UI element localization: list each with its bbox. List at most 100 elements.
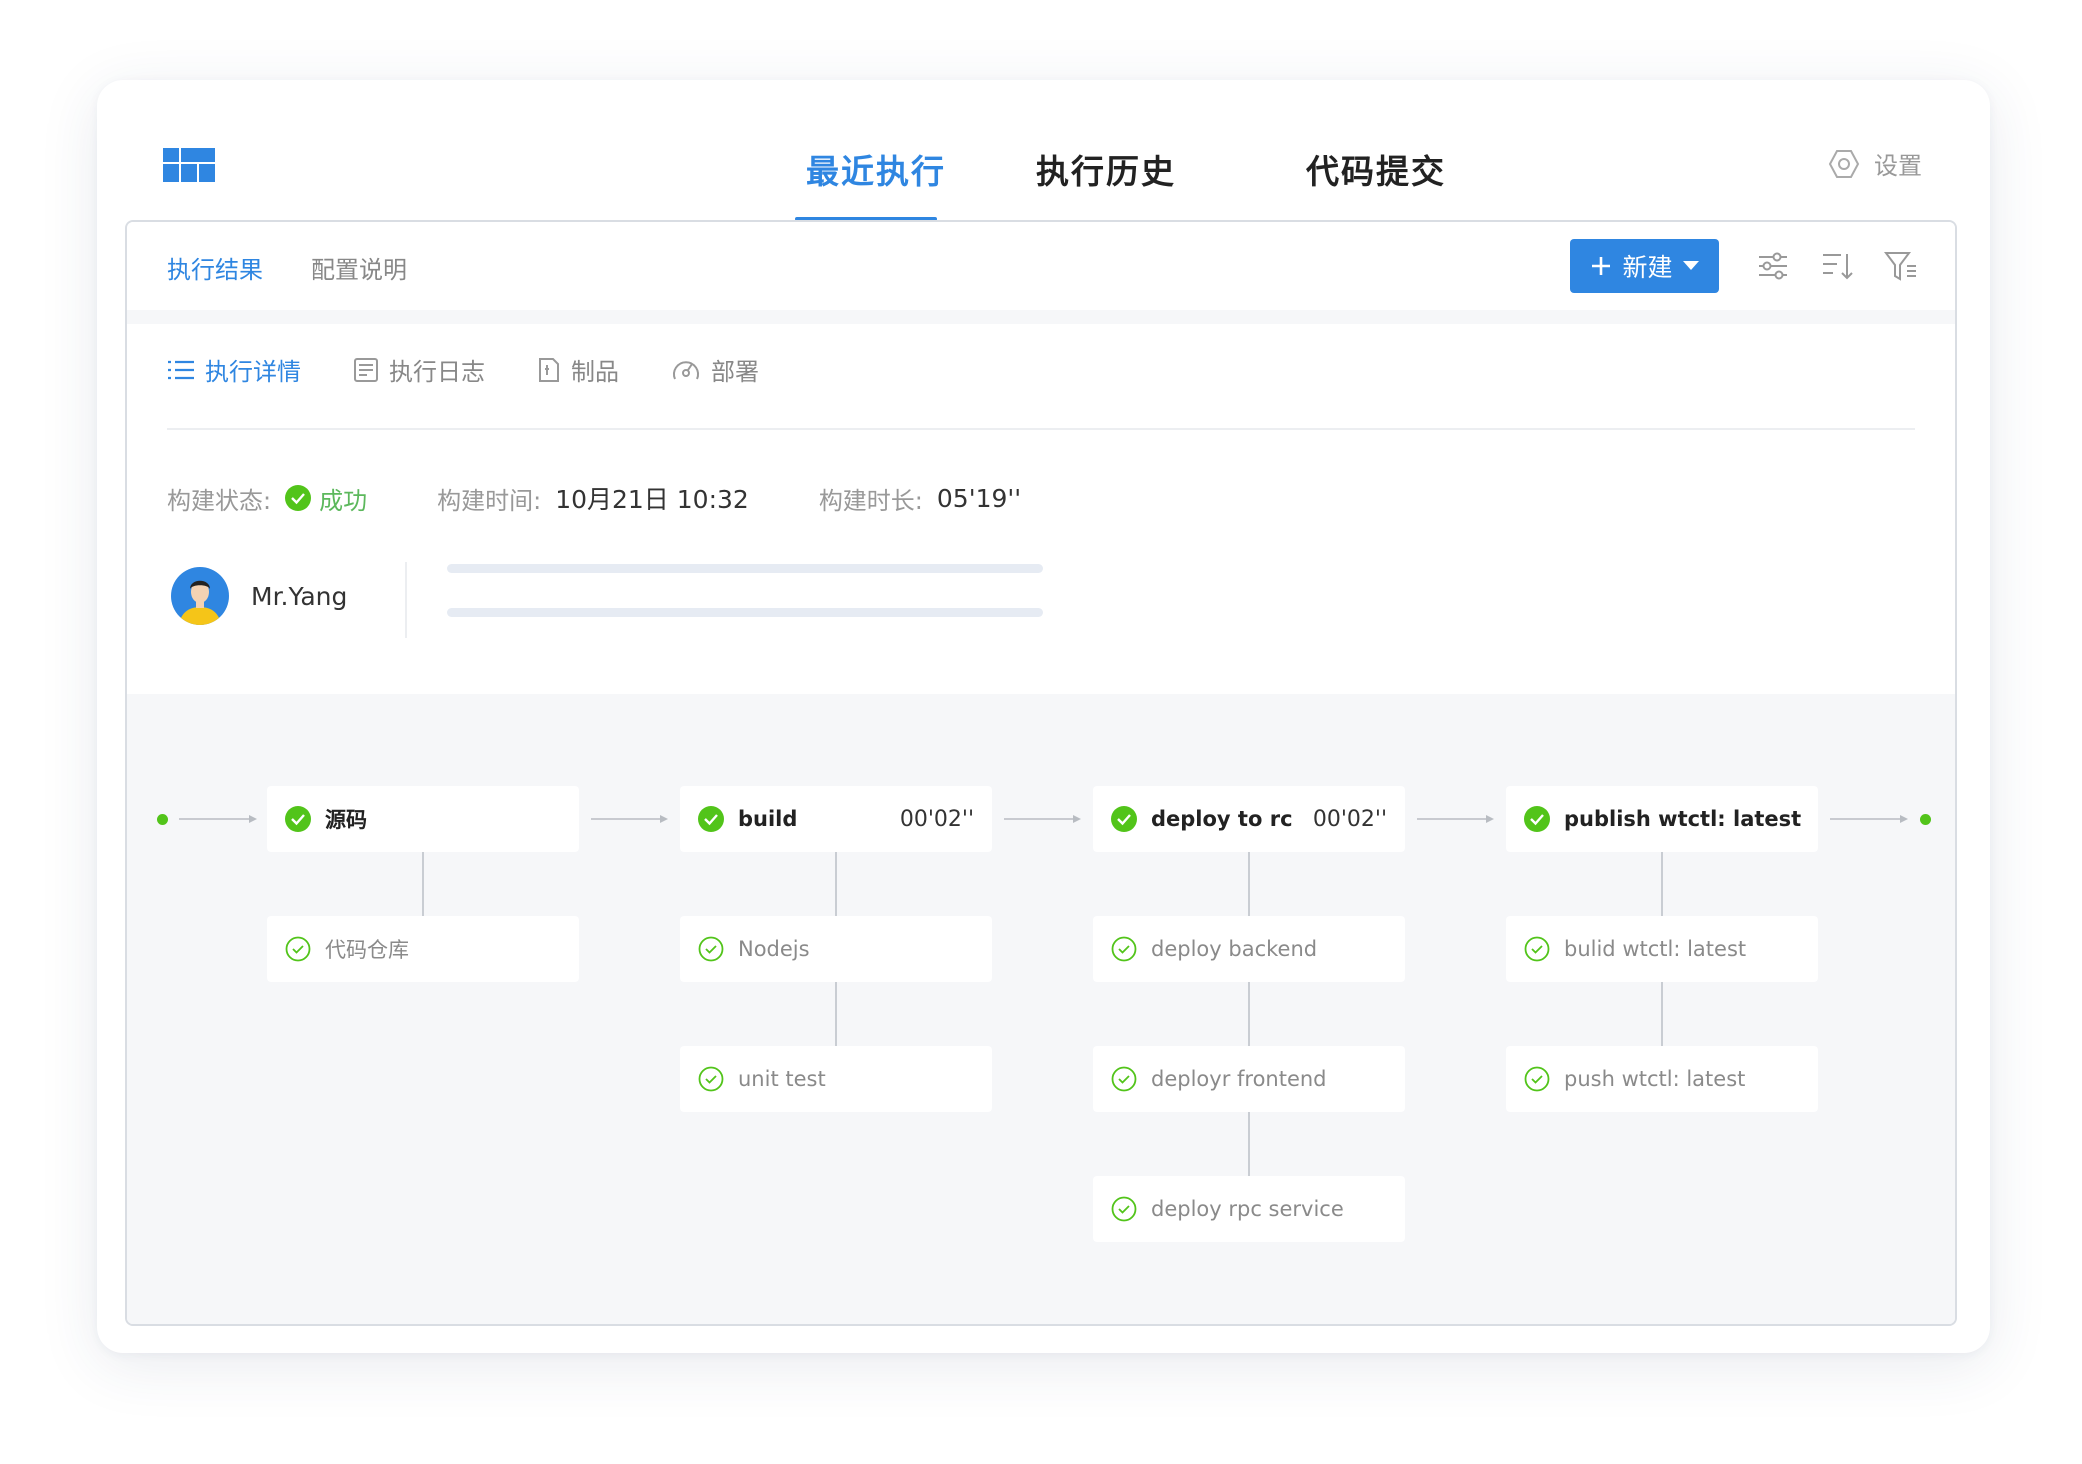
pipeline-arrow <box>1004 815 1081 823</box>
step-node[interactable]: bulid wtctl: latest <box>1506 916 1818 982</box>
pipeline-arrow <box>591 815 668 823</box>
build-time-value: 10月21日 10:32 <box>555 485 749 514</box>
tab-deploy-label: 部署 <box>711 358 759 386</box>
success-check-icon <box>698 806 724 832</box>
step-check-icon <box>1111 936 1137 962</box>
placeholder-bar <box>447 564 1043 573</box>
subtab-config-notes[interactable]: 配置说明 <box>311 250 407 285</box>
step-node[interactable]: deploy rpc service <box>1093 1176 1405 1242</box>
tab-run-history[interactable]: 执行历史 <box>971 116 1241 221</box>
step-node[interactable]: unit test <box>680 1046 992 1112</box>
vertical-separator <box>405 562 407 638</box>
adjust-icon[interactable] <box>1755 248 1791 284</box>
success-check-icon <box>1111 806 1137 832</box>
app-window: 最近执行 执行历史 代码提交 设置 执行结果 配置说明 新建 执行详情 执行日志… <box>97 80 1990 1353</box>
tab-run-details-label: 执行详情 <box>205 358 301 386</box>
step-check-icon <box>1524 936 1550 962</box>
settings-button[interactable]: 设置 <box>1828 146 1922 181</box>
tab-artifacts[interactable]: 制品 <box>537 352 619 387</box>
success-check-icon <box>1524 806 1550 832</box>
section-gap <box>127 310 1955 324</box>
tab-run-details[interactable]: 执行详情 <box>167 352 301 387</box>
main-panel: 执行结果 配置说明 新建 执行详情 执行日志 制品 部署 构建状态: 成功 构建… <box>125 220 1957 1326</box>
pipeline-canvas: 源码 代码仓库 build 00'02'' Nodejs unit test de… <box>127 694 1955 1324</box>
step-check-icon <box>285 936 311 962</box>
sub-toolbar: 执行结果 配置说明 新建 <box>127 222 1955 310</box>
step-check-icon <box>1524 1066 1550 1092</box>
top-navigation: 最近执行 执行历史 代码提交 <box>701 116 1511 221</box>
caret-down-icon <box>1682 261 1699 270</box>
plus-icon <box>1592 257 1611 275</box>
stage-node[interactable]: build 00'02'' <box>680 786 992 852</box>
pipeline-end-dot <box>1920 814 1931 825</box>
stage-title: deploy to rc <box>1151 807 1293 831</box>
build-duration-value: 05'19'' <box>936 483 1022 513</box>
step-check-icon <box>698 1066 724 1092</box>
divider <box>167 428 1915 430</box>
gauge-icon <box>673 360 699 379</box>
step-connector <box>422 852 424 916</box>
step-title: push wtctl: latest <box>1564 1067 1746 1091</box>
tab-run-log[interactable]: 执行日志 <box>353 352 485 387</box>
step-title: deploy backend <box>1151 937 1318 961</box>
step-title: deploy rpc service <box>1151 1197 1344 1221</box>
new-button[interactable]: 新建 <box>1570 239 1719 293</box>
tab-run-log-label: 执行日志 <box>389 358 485 386</box>
filter-icon[interactable] <box>1883 248 1919 284</box>
stage-title: build <box>738 807 798 831</box>
log-icon <box>354 357 378 382</box>
step-node[interactable]: deploy backend <box>1093 916 1405 982</box>
build-time-label: 构建时间: <box>437 486 542 515</box>
step-check-icon <box>698 936 724 962</box>
build-info: 构建状态: 成功 构建时间: 10月21日 10:32 构建时长: 05'19'… <box>167 480 1021 516</box>
step-title: deployr frontend <box>1151 1067 1327 1091</box>
stage-node[interactable]: deploy to rc 00'02'' <box>1093 786 1405 852</box>
stage-duration: 00'02'' <box>899 806 974 832</box>
step-connector <box>1248 982 1250 1046</box>
step-title: Nodejs <box>738 937 810 961</box>
step-check-icon <box>1111 1196 1137 1222</box>
step-connector <box>1248 852 1250 916</box>
app-logo <box>163 148 215 182</box>
tab-recent-runs[interactable]: 最近执行 <box>701 116 971 221</box>
build-status-value: 成功 <box>319 486 368 515</box>
stage-node[interactable]: 源码 <box>267 786 579 852</box>
list-icon <box>168 360 194 379</box>
step-connector <box>835 852 837 916</box>
step-node[interactable]: deployr frontend <box>1093 1046 1405 1112</box>
placeholder-bar <box>447 608 1043 617</box>
tab-artifacts-label: 制品 <box>571 358 619 386</box>
build-duration-label: 构建时长: <box>818 486 923 515</box>
artifact-icon <box>539 357 559 382</box>
stage-title: publish wtctl: latest <box>1564 807 1802 831</box>
detail-tabs: 执行详情 执行日志 制品 部署 <box>167 352 759 387</box>
build-status: 成功 <box>285 481 367 516</box>
success-check-icon <box>285 806 311 832</box>
step-node[interactable]: push wtctl: latest <box>1506 1046 1818 1112</box>
tab-code-commits[interactable]: 代码提交 <box>1241 116 1511 221</box>
step-node[interactable]: 代码仓库 <box>267 916 579 982</box>
step-connector <box>1248 1112 1250 1176</box>
step-title: bulid wtctl: latest <box>1564 937 1747 961</box>
step-node[interactable]: Nodejs <box>680 916 992 982</box>
user-info: Mr.Yang <box>171 567 347 625</box>
user-name: Mr.Yang <box>251 581 348 611</box>
sort-icon[interactable] <box>1819 248 1855 284</box>
gear-icon <box>1828 149 1860 178</box>
new-button-label: 新建 <box>1622 253 1673 282</box>
settings-label: 设置 <box>1874 152 1922 180</box>
pipeline-arrow <box>1417 815 1494 823</box>
build-status-label: 构建状态: <box>167 486 272 515</box>
step-title: 代码仓库 <box>325 938 409 962</box>
tab-deploy[interactable]: 部署 <box>671 352 759 387</box>
pipeline-start-dot <box>157 814 168 825</box>
stage-title: 源码 <box>325 808 367 832</box>
subtab-run-result[interactable]: 执行结果 <box>167 250 263 285</box>
step-connector <box>835 982 837 1046</box>
success-check-icon <box>285 485 312 511</box>
pipeline-arrow <box>179 815 257 823</box>
pipeline-arrow <box>1830 815 1908 823</box>
avatar <box>171 567 229 625</box>
stage-node[interactable]: publish wtctl: latest <box>1506 786 1818 852</box>
step-title: unit test <box>738 1067 826 1091</box>
